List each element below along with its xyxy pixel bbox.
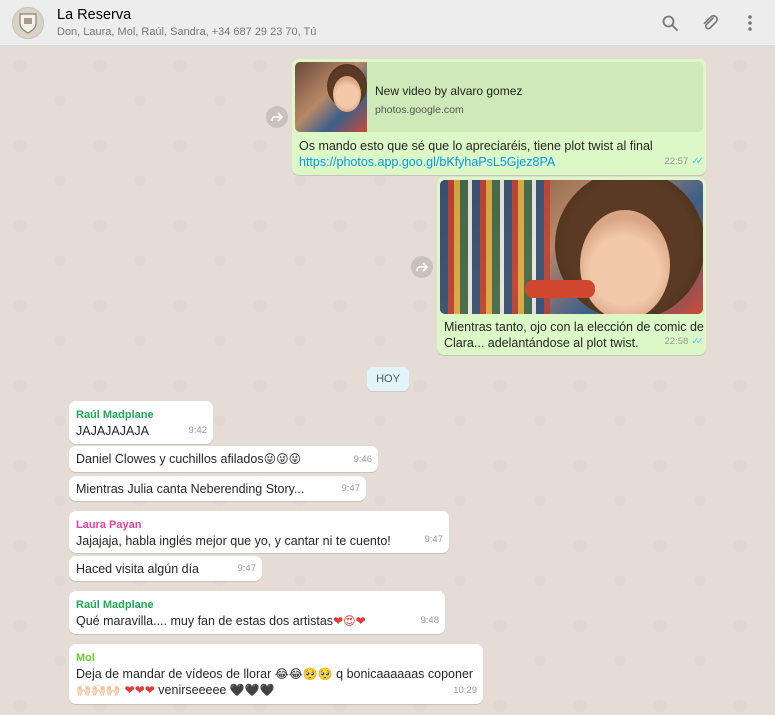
sender-name[interactable]: Raúl Madplane xyxy=(76,597,154,613)
link-preview-title: New video by alvaro gomez xyxy=(375,84,523,98)
message-text: Daniel Clowes y cuchillos afilados😜😜😜 xyxy=(76,452,302,466)
message-incoming[interactable]: Haced visita algún día 9:47 xyxy=(69,556,262,581)
day-separator: HOY xyxy=(367,367,409,391)
emoji: 😜😜😜 xyxy=(263,452,302,466)
message-text: Qué maravilla.... muy fan de estas dos a… xyxy=(76,614,366,628)
menu-icon[interactable] xyxy=(740,13,760,33)
message-text-line1: Deja de mandar de vídeos de llorar 😂😂🥺🥺 … xyxy=(76,667,474,681)
message-incoming[interactable]: Mol Deja de mandar de vídeos de llorar 😂… xyxy=(69,644,483,704)
read-ticks-icon: ✓✓ xyxy=(691,336,704,347)
message-text: Haced visita algún día xyxy=(76,562,199,576)
emoji: 🙌🏻🙌🏻🙌🏻 ❤❤❤ xyxy=(76,683,155,697)
message-incoming[interactable]: Laura Payan Jajajaja, habla inglés mejor… xyxy=(69,511,449,553)
sender-name[interactable]: Mol xyxy=(76,650,95,666)
chat-title[interactable]: La Reserva xyxy=(57,7,131,23)
emoji: 😂😂🥺🥺 xyxy=(274,667,333,681)
message-time: 22:58 ✓✓ xyxy=(664,336,704,347)
message-incoming[interactable]: Raúl Madplane Qué maravilla.... muy fan … xyxy=(69,591,445,634)
link-preview-thumbnail xyxy=(295,62,367,132)
message-outgoing[interactable]: New video by alvaro gomez photos.google.… xyxy=(292,59,706,175)
link-preview-domain: photos.google.com xyxy=(375,104,464,116)
message-time: 9:47 xyxy=(341,483,361,494)
message-text-line2: 🙌🏻🙌🏻🙌🏻 ❤❤❤ venirseeeee 🖤🖤🖤 xyxy=(76,683,275,697)
message-text: Jajajaja, habla inglés mejor que yo, y c… xyxy=(76,534,391,548)
forward-icon[interactable] xyxy=(266,106,288,128)
chat-header: La Reserva Don, Laura, Mol, Raúl, Sandra… xyxy=(0,0,775,46)
group-avatar[interactable] xyxy=(12,7,44,39)
message-time: 9:47 xyxy=(424,534,444,545)
message-incoming[interactable]: Daniel Clowes y cuchillos afilados😜😜😜 9:… xyxy=(69,446,378,472)
message-text-line2: Clara... adelantándose al plot twist. xyxy=(444,336,639,350)
message-text: Os mando esto que sé que lo apreciaréis,… xyxy=(299,139,653,153)
message-time: 9:48 xyxy=(420,615,440,626)
message-time: 9:47 xyxy=(237,563,257,574)
emoji: 🖤🖤🖤 xyxy=(229,683,275,697)
read-ticks-icon: ✓✓ xyxy=(691,156,704,167)
message-outgoing-video[interactable]: Mientras tanto, ojo con la elección de c… xyxy=(437,177,706,355)
emoji: ❤😍❤ xyxy=(333,614,366,628)
message-text: JAJAJAJAJA xyxy=(76,424,149,438)
sender-name[interactable]: Laura Payan xyxy=(76,517,141,533)
message-time: 9:46 xyxy=(353,454,373,465)
forward-icon[interactable] xyxy=(411,256,433,278)
crest-icon xyxy=(19,13,37,34)
message-text: Mientras Julia canta Neberending Story..… xyxy=(76,482,305,496)
link-preview[interactable]: New video by alvaro gomez photos.google.… xyxy=(295,62,703,132)
chat-area[interactable]: New video by alvaro gomez photos.google.… xyxy=(0,46,775,715)
message-incoming[interactable]: Raúl Madplane JAJAJAJAJA 9:42 xyxy=(69,401,213,444)
message-incoming[interactable]: Mientras Julia canta Neberending Story..… xyxy=(69,476,366,501)
search-icon[interactable] xyxy=(660,13,680,33)
message-text-line1: Mientras tanto, ojo con la elección de c… xyxy=(444,320,704,334)
message-link[interactable]: https://photos.app.goo.gl/bKfyhaPsL5Gjez… xyxy=(299,154,555,170)
sender-name[interactable]: Raúl Madplane xyxy=(76,407,154,423)
video-thumbnail[interactable] xyxy=(440,180,703,314)
chat-participants[interactable]: Don, Laura, Mol, Raúl, Sandra, +34 687 2… xyxy=(57,26,316,38)
message-time: 22:57 ✓✓ xyxy=(664,156,704,167)
attach-icon[interactable] xyxy=(700,13,720,33)
message-time: 9:42 xyxy=(188,425,208,436)
message-time: 10:29 xyxy=(453,685,477,696)
